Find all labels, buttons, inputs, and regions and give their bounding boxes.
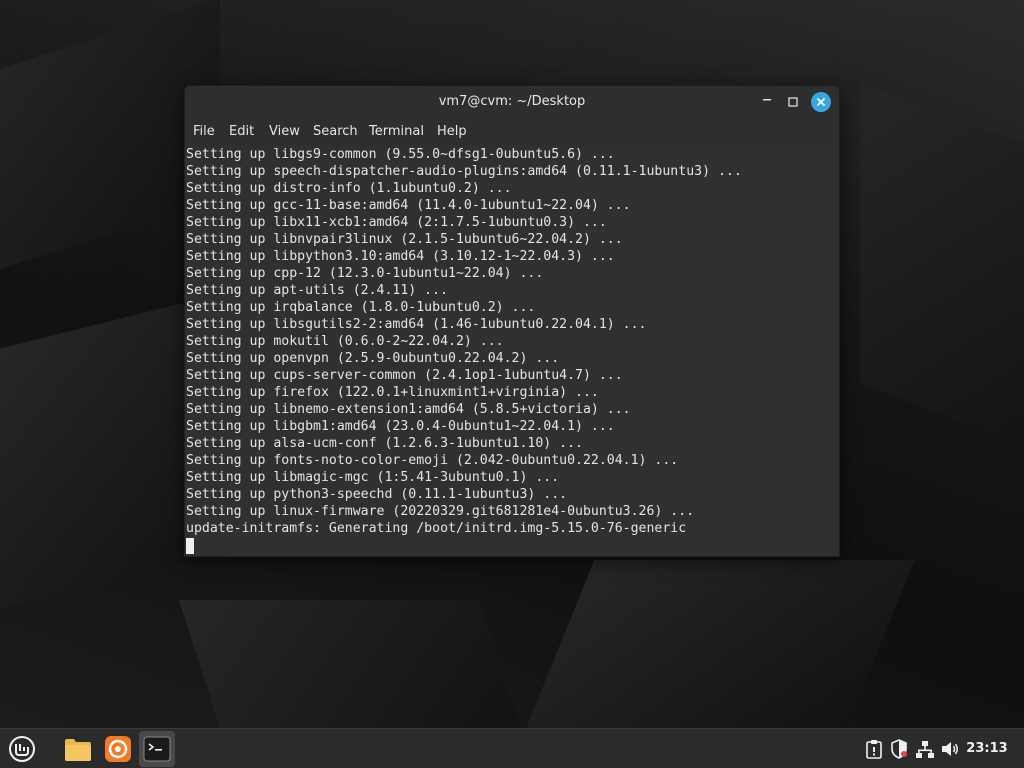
terminal-line: Setting up python3-speechd (0.11.1-1ubun…	[186, 487, 568, 502]
network-tray[interactable]	[915, 739, 935, 759]
terminal-line: Setting up fonts-noto-color-emoji (2.042…	[186, 453, 679, 468]
close-button[interactable]	[811, 92, 831, 112]
terminal-line: Setting up speech-dispatcher-audio-plugi…	[186, 164, 742, 179]
terminal-line: update-initramfs: Generating /boot/initr…	[186, 521, 687, 536]
files-launcher[interactable]	[60, 731, 96, 767]
terminal-cursor	[186, 538, 194, 554]
terminal-line: Setting up distro-info (1.1ubuntu0.2) ..…	[186, 181, 512, 196]
background-slab	[860, 83, 1024, 457]
clock[interactable]: 23:13	[964, 729, 1010, 768]
close-icon	[817, 98, 825, 106]
terminal-line: Setting up libnvpair3linux (2.1.5-1ubunt…	[186, 232, 623, 247]
menu-terminal[interactable]: Terminal	[369, 118, 424, 146]
menu-file[interactable]: File	[193, 118, 215, 146]
terminal-line: Setting up mokutil (0.6.0-2~22.04.2) ...	[186, 334, 504, 349]
terminal-icon	[143, 736, 171, 762]
terminal-lines: Setting up libgs9-common (9.55.0~dfsg1-0…	[186, 146, 826, 537]
terminal-output[interactable]: Setting up libgs9-common (9.55.0~dfsg1-0…	[185, 146, 839, 556]
menu-help[interactable]: Help	[437, 118, 467, 146]
menu-search[interactable]: Search	[313, 118, 358, 146]
minimize-icon	[763, 99, 771, 101]
terminal-line: Setting up gcc-11-base:amd64 (11.4.0-1ub…	[186, 198, 631, 213]
maximize-button[interactable]	[783, 92, 803, 112]
menu-edit[interactable]: Edit	[229, 118, 254, 146]
volume-tray[interactable]	[940, 739, 960, 759]
firefox-icon	[105, 736, 131, 762]
terminal-line: Setting up libx11-xcb1:amd64 (2:1.7.5-1u…	[186, 215, 607, 230]
terminal-line: Setting up libsgutils2-2:amd64 (1.46-1ub…	[186, 317, 647, 332]
terminal-line: Setting up cups-server-common (2.4.1op1-…	[186, 368, 623, 383]
taskbar: 23:13	[0, 728, 1024, 768]
terminal-line: Setting up alsa-ucm-conf (1.2.6.3-1ubunt…	[186, 436, 583, 451]
terminal-line: Setting up irqbalance (1.8.0-1ubuntu0.2)…	[186, 300, 536, 315]
firefox-launcher[interactable]	[100, 731, 136, 767]
background-slab	[178, 600, 522, 728]
terminal-window[interactable]: vm7@cvm: ~/Desktop File Edit View Search…	[184, 85, 840, 557]
volume-icon	[942, 742, 958, 756]
minimize-button[interactable]	[757, 92, 777, 112]
window-titlebar[interactable]: vm7@cvm: ~/Desktop	[185, 86, 839, 118]
update-manager-tray[interactable]	[889, 739, 909, 759]
terminal-line: Setting up openvpn (2.5.9-0ubuntu0.22.04…	[186, 351, 560, 366]
terminal-line: Setting up cpp-12 (12.3.0-1ubuntu1~22.04…	[186, 266, 544, 281]
clipboard-icon	[866, 740, 882, 759]
terminal-line: Setting up firefox (122.0.1+linuxmint1+v…	[186, 385, 599, 400]
terminal-line: Setting up libgs9-common (9.55.0~dfsg1-0…	[186, 147, 615, 162]
terminal-line: Setting up libnemo-extension1:amd64 (5.8…	[186, 402, 631, 417]
terminal-line: Setting up libgbm1:amd64 (23.0.4-0ubuntu…	[186, 419, 615, 434]
clipboard-tray[interactable]	[864, 739, 884, 759]
folder-icon	[65, 739, 91, 761]
terminal-launcher[interactable]	[139, 731, 175, 767]
maximize-icon	[788, 97, 798, 107]
menu-bar: File Edit View Search Terminal Help	[185, 118, 839, 146]
background-slab	[525, 560, 915, 728]
shield-icon	[891, 739, 907, 759]
terminal-line: Setting up apt-utils (2.4.11) ...	[186, 283, 449, 298]
terminal-line: Setting up libpython3.10:amd64 (3.10.12-…	[186, 249, 615, 264]
window-title: vm7@cvm: ~/Desktop	[438, 94, 586, 109]
terminal-line: Setting up linux-firmware (20220329.git6…	[186, 504, 695, 519]
network-icon	[916, 741, 934, 758]
mint-menu-icon	[9, 736, 35, 762]
terminal-line: Setting up libmagic-mgc (1:5.41-3ubuntu0…	[186, 470, 560, 485]
menu-view[interactable]: View	[269, 118, 300, 146]
mint-menu-button[interactable]	[4, 731, 40, 767]
